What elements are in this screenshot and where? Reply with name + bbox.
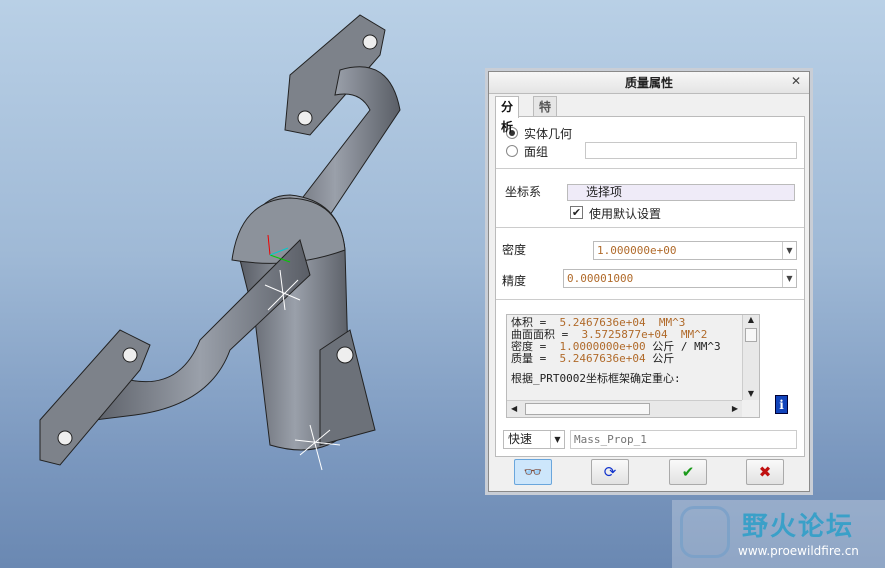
chevron-down-icon[interactable]: ▼ — [782, 270, 796, 287]
accuracy-value: 0.00001000 — [567, 272, 634, 285]
tab-analysis[interactable]: 分析 — [495, 96, 520, 134]
analysis-panel: 实体几何 面组 坐标系 选择项 ✔ 使用默认设置 密度 1.000000e+00… — [495, 116, 805, 457]
watermark-title: 野火论坛 — [742, 512, 855, 542]
solid-geometry-label: 实体几何 — [524, 127, 573, 141]
watermark-url: www.proewildfire.cn — [738, 544, 859, 558]
density-value: 1.000000e+00 — [597, 244, 677, 257]
quilt-radio[interactable] — [506, 145, 518, 157]
chevron-down-icon[interactable]: ▼ — [782, 242, 796, 259]
use-default-checkbox[interactable]: ✔ — [570, 206, 583, 219]
result-line: 质量 = 5.2467636e+04 公斤 — [511, 352, 675, 365]
quilt-select-field[interactable] — [585, 142, 797, 159]
tab-feature[interactable]: 特征 — [533, 96, 558, 134]
regenerate-button[interactable]: ⟳ — [591, 459, 629, 485]
refresh-icon: ⟳ — [603, 463, 617, 481]
mode-value: 快速 — [508, 432, 533, 446]
x-icon: ✖ — [758, 463, 772, 481]
check-icon: ✔ — [681, 463, 695, 481]
vertical-scrollbar[interactable]: ▲ ▼ — [742, 315, 759, 400]
chevron-down-icon[interactable]: ▼ — [550, 431, 564, 448]
density-label: 密度 — [502, 243, 527, 257]
results-output[interactable]: ▲ ▼ ◀ ▶ 体积 = 5.2467636e+04 MM^3 曲面面积 = 3.57… — [506, 314, 760, 418]
quilt-label: 面组 — [524, 145, 549, 159]
csys-select-field[interactable]: 选择项 — [567, 184, 795, 201]
mode-combo[interactable]: 快速 ▼ — [503, 430, 565, 449]
close-icon[interactable]: ✕ — [791, 74, 801, 88]
butterfly-logo-icon — [680, 506, 730, 558]
info-icon[interactable]: i — [775, 395, 788, 414]
result-footer: 根据_PRT0002坐标框架确定重心: — [511, 372, 681, 385]
accuracy-combo[interactable]: 0.00001000 ▼ — [563, 269, 797, 288]
dialog-title: 质量属性 — [489, 72, 809, 94]
density-combo[interactable]: 1.000000e+00 ▼ — [593, 241, 797, 260]
horizontal-scrollbar[interactable]: ◀ ▶ — [507, 400, 742, 417]
watermark: 野火论坛 www.proewildfire.cn — [672, 500, 885, 568]
glasses-icon: 👓 — [523, 463, 543, 481]
mass-properties-dialog: 质量属性 ✕ 分析 特征 实体几何 面组 坐标系 选择项 ✔ 使用默认设置 密度… — [488, 71, 810, 492]
use-default-label: 使用默认设置 — [589, 207, 662, 221]
csys-label: 坐标系 — [505, 185, 542, 199]
analysis-name-input[interactable] — [570, 430, 797, 449]
preview-button[interactable]: 👓 — [514, 459, 552, 485]
cancel-button[interactable]: ✖ — [746, 459, 784, 485]
results-text: 体积 = 5.2467636e+04 MM^3 曲面面积 = 3.5725877e… — [511, 317, 739, 385]
ok-button[interactable]: ✔ — [669, 459, 707, 485]
part-model — [39, 14, 401, 466]
accuracy-label: 精度 — [502, 274, 527, 288]
